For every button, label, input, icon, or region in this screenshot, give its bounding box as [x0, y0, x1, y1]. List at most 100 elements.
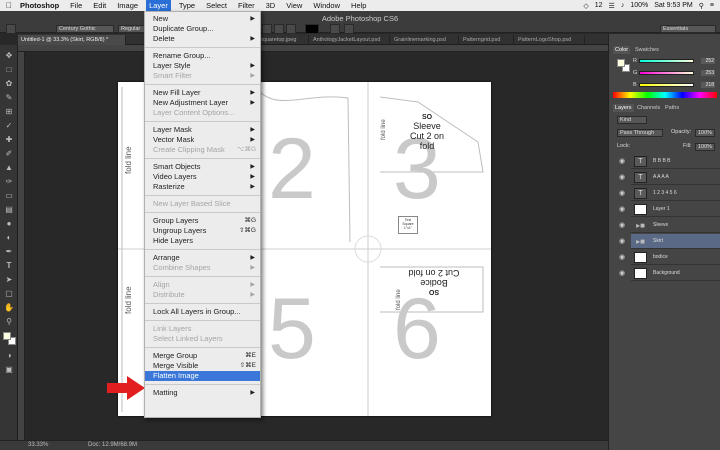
menu-item-group-layers[interactable]: Group Layers ⌘G	[153, 216, 259, 226]
visibility-eye-icon[interactable]: ◉	[619, 154, 625, 169]
hand-tool-icon[interactable]: ✋	[3, 303, 15, 313]
healing-brush-icon[interactable]: ✚	[3, 135, 15, 145]
layer-row[interactable]: ◉ ▸■ Skirt	[619, 234, 720, 249]
menu-app-name[interactable]: Photoshop	[20, 1, 59, 10]
brush-tool-icon[interactable]: ✐	[3, 149, 15, 159]
visibility-eye-icon[interactable]: ◉	[619, 186, 625, 201]
tab-patterngrid[interactable]: Patterngrid.psd	[460, 35, 514, 45]
layer-row[interactable]: ◉ Layer 1	[619, 202, 720, 217]
layer-row[interactable]: ◉ bodice	[619, 250, 720, 265]
dropbox-icon[interactable]: ◇	[583, 2, 588, 10]
pen-tool-icon[interactable]: ✒	[3, 247, 15, 257]
layer-name[interactable]: bodice	[653, 250, 668, 265]
opacity-value[interactable]: 100%	[695, 129, 715, 137]
dodge-tool-icon[interactable]: ◐	[3, 233, 15, 243]
tab-patternlogo[interactable]: PatternLogoShop.psd	[515, 35, 585, 45]
menu-item-smart-objects[interactable]: Smart Objects ▶	[153, 162, 259, 172]
history-brush-icon[interactable]: ✑	[3, 177, 15, 187]
tab-paths[interactable]: Paths	[663, 104, 681, 112]
doc-size[interactable]: Doc: 12.9M/68.9M	[88, 441, 137, 450]
menu-item-rename-group[interactable]: Rename Group...	[153, 51, 259, 61]
path-selection-icon[interactable]: ➤	[3, 275, 15, 285]
blue-value[interactable]: 218	[701, 82, 715, 88]
color-spectrum[interactable]	[613, 92, 717, 98]
visibility-eye-icon[interactable]: ◉	[619, 250, 625, 265]
visibility-eye-icon[interactable]: ◉	[619, 218, 625, 233]
menu-window[interactable]: Window	[313, 1, 340, 10]
tab-squaretop[interactable]: squaretop.jpeg	[257, 35, 309, 45]
quick-mask-icon[interactable]: ◑	[3, 351, 15, 361]
screen-mode-icon[interactable]: ▣	[3, 365, 15, 375]
menu-3d[interactable]: 3D	[266, 1, 276, 10]
menu-item-duplicate-group[interactable]: Duplicate Group...	[153, 24, 259, 34]
menu-item-delete[interactable]: Delete ▶	[153, 34, 259, 44]
menu-layer[interactable]: Layer	[146, 0, 171, 11]
menu-item-merge-group[interactable]: Merge Group ⌘E	[153, 351, 259, 361]
layer-name[interactable]: Layer 1	[653, 202, 670, 217]
menu-image[interactable]: Image	[117, 1, 138, 10]
layer-filter-kind[interactable]: Kind	[617, 116, 647, 124]
menu-item-new[interactable]: New ▶	[153, 14, 259, 24]
tab-grainline[interactable]: Grainlinemarking.psd	[391, 35, 459, 45]
green-slider[interactable]	[639, 71, 694, 75]
menu-item-merge-visible[interactable]: Merge Visible ⇧⌘E	[153, 361, 259, 371]
menu-item-video-layers[interactable]: Video Layers ▶	[153, 172, 259, 182]
menu-item-layer-mask[interactable]: Layer Mask ▶	[153, 125, 259, 135]
layer-row[interactable]: ◉ ▸■ Sleeve	[619, 218, 720, 233]
visibility-eye-icon[interactable]: ◉	[619, 234, 625, 249]
tab-anthology[interactable]: AnthologyJacketLayout.psd	[310, 35, 390, 45]
battery-level[interactable]: 100%	[630, 2, 648, 9]
layer-row[interactable]: ◉ T B B B B	[619, 154, 720, 169]
menu-item-layer-style[interactable]: Layer Style ▶	[153, 61, 259, 71]
menu-select[interactable]: Select	[206, 1, 227, 10]
menu-filter[interactable]: Filter	[238, 1, 255, 10]
layer-name[interactable]: Skirt	[653, 234, 663, 249]
menu-item-arrange[interactable]: Arrange ▶	[153, 253, 259, 263]
lasso-tool-icon[interactable]: ✿	[3, 79, 15, 89]
menu-type[interactable]: Type	[179, 1, 195, 10]
menu-help[interactable]: Help	[351, 1, 366, 10]
move-tool-icon[interactable]: ✥	[3, 51, 15, 61]
volume-icon[interactable]: ♪	[621, 2, 625, 9]
zoom-level[interactable]: 33.33%	[28, 441, 48, 450]
tab-channels[interactable]: Channels	[635, 104, 662, 112]
text-color-swatch[interactable]	[305, 24, 319, 34]
menu-item-lock-all-layers-in-group[interactable]: Lock All Layers in Group...	[153, 307, 259, 317]
red-value[interactable]: 252	[701, 58, 715, 64]
green-value[interactable]: 253	[701, 70, 715, 76]
align-left-icon[interactable]	[262, 24, 272, 34]
quick-select-tool-icon[interactable]: ✎	[3, 93, 15, 103]
panel-foreground-swatch[interactable]	[617, 59, 625, 67]
layer-row[interactable]: ◉ T A A A A	[619, 170, 720, 185]
menu-item-new-adjustment-layer[interactable]: New Adjustment Layer ▶	[153, 98, 259, 108]
foreground-color-swatch[interactable]	[3, 332, 11, 340]
tab-color[interactable]: Color	[613, 46, 631, 54]
apple-icon[interactable]: 	[6, 1, 12, 10]
menu-item-ungroup-layers[interactable]: Ungroup Layers ⇧⌘G	[153, 226, 259, 236]
visibility-eye-icon[interactable]: ◉	[619, 202, 625, 217]
menu-item-new-fill-layer[interactable]: New Fill Layer ▶	[153, 88, 259, 98]
tab-swatches[interactable]: Swatches	[633, 46, 661, 54]
layer-name[interactable]: 1 2 3 4 5 6	[653, 186, 677, 201]
layer-name[interactable]: Sleeve	[653, 218, 668, 233]
align-right-icon[interactable]	[286, 24, 296, 34]
list-icon[interactable]: ≡	[710, 2, 714, 9]
clock[interactable]: Sat 9:53 PM	[654, 2, 693, 9]
layer-row[interactable]: ◉ T 1 2 3 4 5 6	[619, 186, 720, 201]
menu-item-matting[interactable]: Matting ▶	[153, 388, 259, 398]
notification-badge[interactable]: 12	[595, 2, 603, 9]
blue-slider[interactable]	[639, 83, 694, 87]
blur-tool-icon[interactable]: ●	[3, 219, 15, 229]
menu-item-vector-mask[interactable]: Vector Mask ▶	[153, 135, 259, 145]
menu-item-flatten-image[interactable]: Flatten Image	[145, 371, 260, 381]
shape-tool-icon[interactable]: ▢	[3, 289, 15, 299]
menu-view[interactable]: View	[286, 1, 302, 10]
eyedropper-tool-icon[interactable]: ✓	[3, 121, 15, 131]
visibility-eye-icon[interactable]: ◉	[619, 170, 625, 185]
workspace-select[interactable]: Essentials	[660, 25, 716, 33]
gradient-tool-icon[interactable]: ▤	[3, 205, 15, 215]
wifi-icon[interactable]: ☰	[609, 2, 615, 10]
menu-file[interactable]: File	[70, 1, 82, 10]
search-icon[interactable]: ⚲	[699, 2, 704, 10]
zoom-tool-icon[interactable]: ⚲	[3, 317, 15, 327]
